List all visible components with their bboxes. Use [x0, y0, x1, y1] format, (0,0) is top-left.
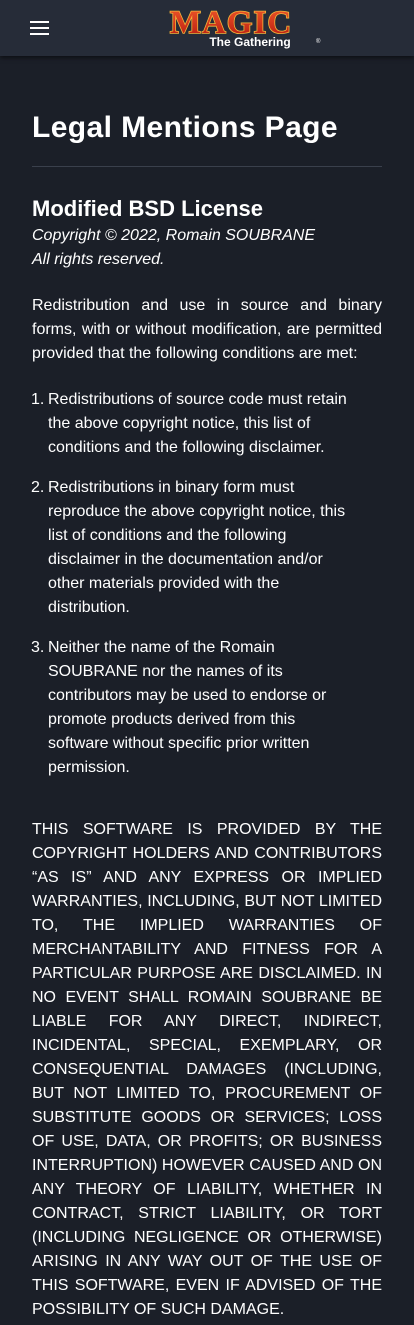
magic-the-gathering-logo[interactable]: MAGIC The Gathering ®	[140, 2, 322, 54]
license-title: Modified BSD License	[32, 196, 264, 221]
condition-text: Redistributions in binary form must repr…	[48, 479, 346, 616]
svg-text:The Gathering: The Gathering	[209, 35, 290, 49]
condition-number: 2.	[31, 479, 45, 496]
copyright-notice: Copyright © 2022, Romain SOUBRANE	[32, 227, 316, 244]
condition-number: 1.	[31, 391, 45, 408]
condition-number: 3.	[31, 639, 45, 656]
condition-item: 1. Redistributions of source code must r…	[31, 388, 348, 460]
license-intro: Redistribution and use in source and bin…	[32, 297, 382, 362]
conditions-list: 1. Redistributions of source code must r…	[31, 388, 382, 780]
title-divider	[32, 166, 382, 167]
warranty-disclaimer: THIS SOFTWARE IS PROVIDED BY THE COPYRIG…	[32, 821, 382, 1318]
svg-text:®: ®	[316, 38, 321, 45]
top-app-bar: MAGIC The Gathering ®	[0, 0, 414, 56]
condition-text: Neither the name of the Romain SOUBRANE …	[48, 639, 327, 776]
legal-content: Legal Mentions Page Modified BSD License…	[31, 56, 382, 1322]
condition-item: 2. Redistributions in binary form must r…	[31, 476, 348, 620]
condition-text: Redistributions of source code must reta…	[48, 391, 347, 456]
hamburger-menu-icon[interactable]	[30, 20, 50, 36]
rights-notice: All rights reserved.	[32, 251, 165, 268]
condition-item: 3. Neither the name of the Romain SOUBRA…	[31, 636, 348, 780]
page-title: Legal Mentions Page	[32, 111, 338, 144]
